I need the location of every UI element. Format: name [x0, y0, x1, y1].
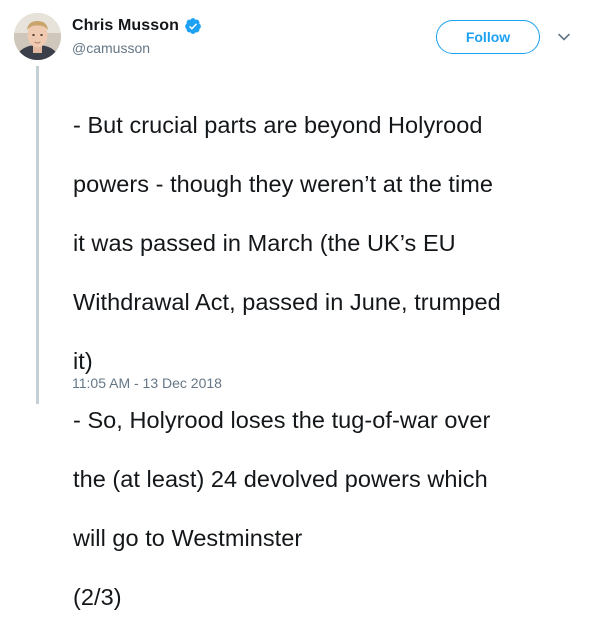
follow-button[interactable]: Follow [436, 20, 540, 54]
tweet-text-line: powers - though they weren’t at the time [73, 170, 493, 197]
tweet-text-line: it) [73, 347, 93, 374]
tweet-text-line: (2/3) [73, 583, 122, 610]
author-name-row: Chris Musson [72, 15, 202, 37]
tweet-text-line: - But crucial parts are beyond Holyrood [73, 111, 483, 138]
author-display-name[interactable]: Chris Musson [72, 17, 179, 35]
tweet-text-line: it was passed in March (the UK’s EU [73, 229, 456, 256]
author-handle[interactable]: @camusson [72, 40, 202, 56]
tweet-text-line: Withdrawal Act, passed in June, trumped [73, 288, 501, 315]
tweet-timestamp[interactable]: 11:05 AM - 13 Dec 2018 [72, 375, 222, 391]
thread-connector-line [36, 66, 39, 404]
tweet-text-line: will go to Westminster [73, 524, 303, 551]
avatar-image [14, 13, 61, 60]
avatar[interactable] [14, 13, 61, 60]
tweet-text-line: the (at least) 24 devolved powers which [73, 465, 488, 492]
chevron-down-icon[interactable] [556, 29, 572, 45]
tweet-text: - But crucial parts are beyond Holyrood … [73, 81, 588, 642]
verified-badge-icon [184, 17, 202, 35]
author-info[interactable]: Chris Musson @camusson [72, 15, 202, 56]
tweet-text-line: - So, Holyrood loses the tug-of-war over [73, 406, 491, 433]
